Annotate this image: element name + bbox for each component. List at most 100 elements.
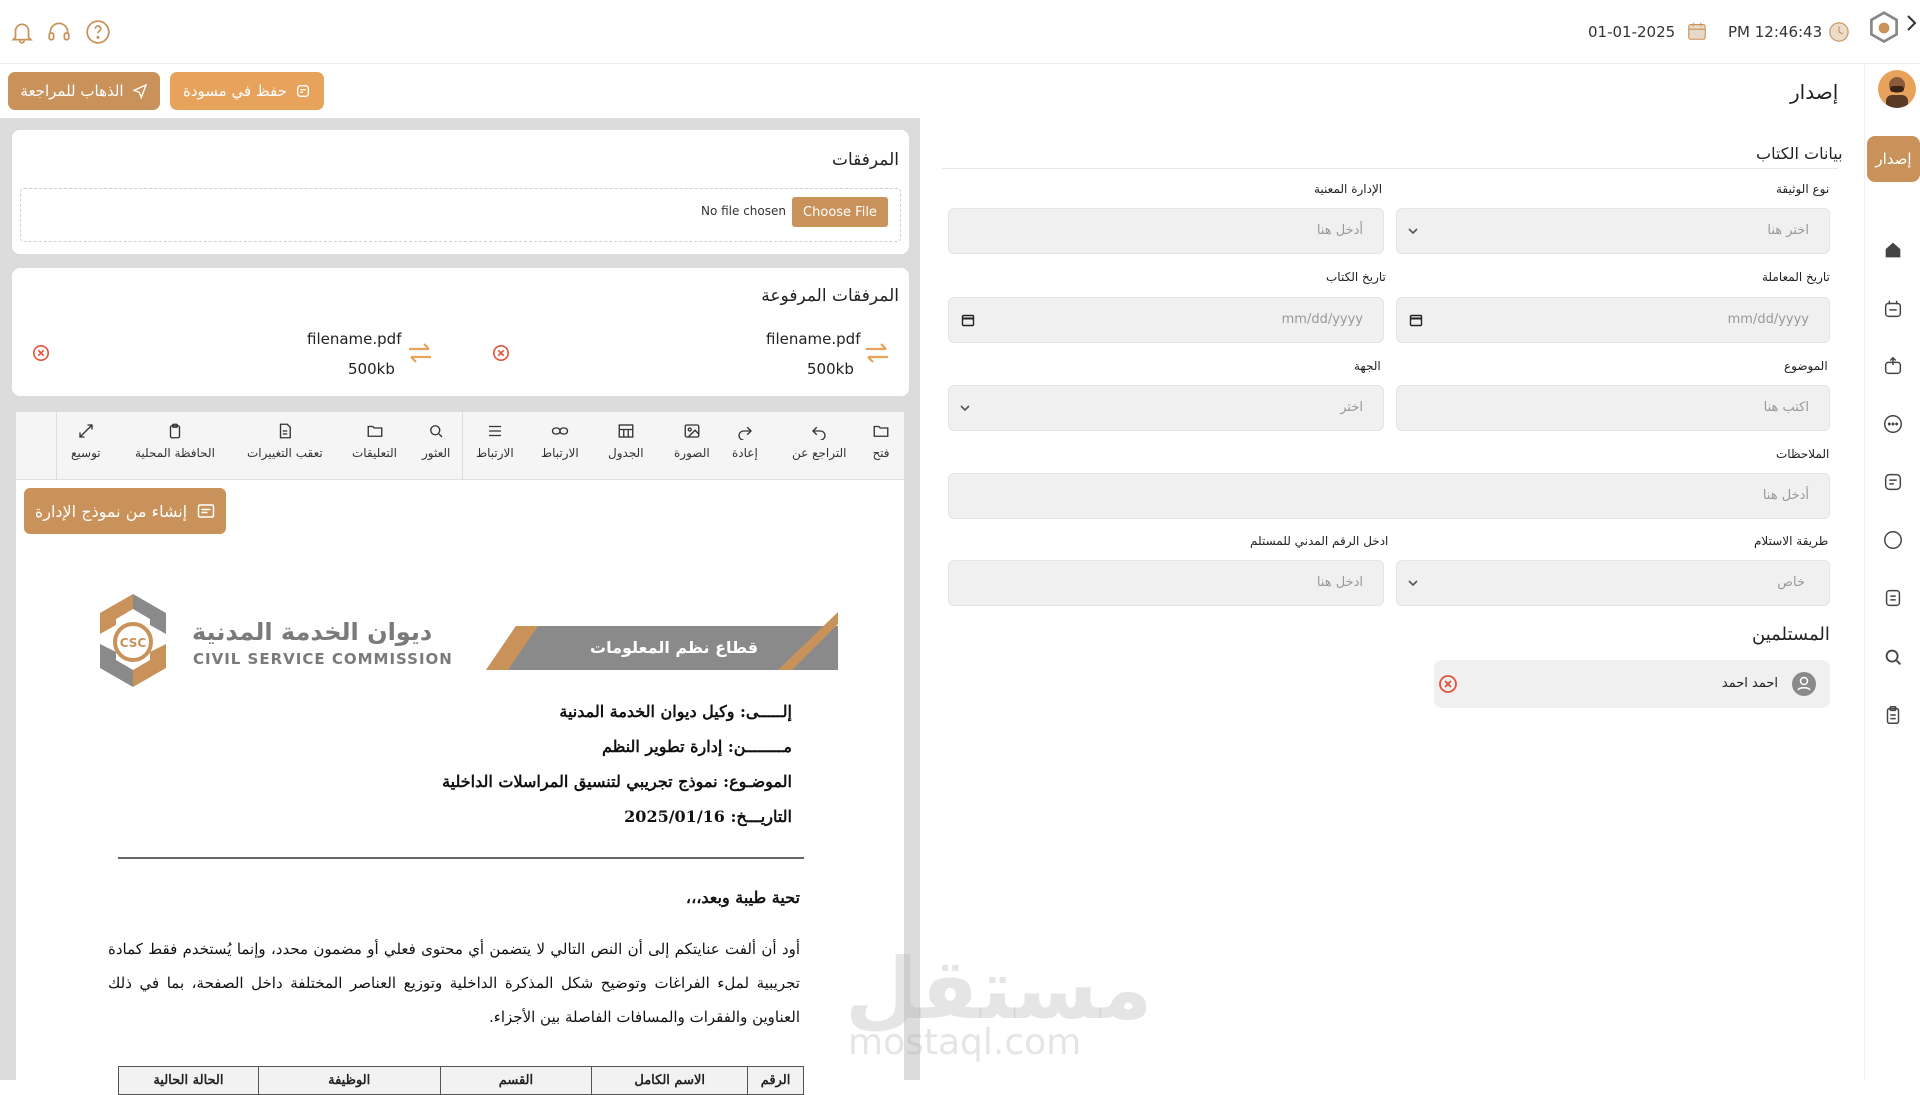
entity-select[interactable]: اختر [948,385,1384,431]
calendar-icon [1688,22,1706,40]
table-header: الوظيفة [257,1066,441,1095]
civil-id-input[interactable]: ادخل هنا [948,560,1384,606]
home-icon[interactable] [1882,239,1904,261]
tool-open[interactable]: فتح [872,422,890,474]
tool-image[interactable]: الصورة [674,422,710,474]
bell-icon[interactable] [9,19,35,45]
toolbar-divider [56,412,57,480]
remove-file-icon[interactable] [32,344,50,362]
memo-from: مــــــــن: إدارة تطوير النظم [601,737,792,756]
clock-icon [1829,22,1849,42]
folder-icon [367,425,382,437]
save-draft-button[interactable]: حفظ في مسودة [170,72,324,110]
user-icon [1792,672,1816,696]
more-circle-icon[interactable] [1882,413,1904,435]
notes-input[interactable]: أدخل هنا [948,473,1830,519]
table-header: القسم [439,1066,593,1095]
tool-redo[interactable]: إعادة [732,422,758,474]
receive-method-select[interactable]: خاص [1396,560,1830,606]
uploaded-card: المرفقات المرفوعة filename.pdf 500kb fil… [12,268,909,396]
memo-paragraph: أود أن ألفت عنايتكم إلى أن النص التالي ل… [108,940,800,1026]
document-editor[interactable]: إنشاء من نموذج الإدارة CSC ديوان الخدمة … [16,480,904,1095]
folder-icon [873,425,889,437]
clipboard-icon[interactable] [1882,704,1904,726]
send-icon [131,83,147,99]
current-time: PM 12:46:43 [1728,23,1823,41]
editor-toolbar: فتح التراجع عن إعادة الصورة الجدول الارت… [16,412,904,480]
subject-input[interactable]: اكتب هنا [1396,385,1830,431]
page-title: إصدار [1790,80,1839,104]
tool-track-changes[interactable]: تعقب التغييرات [247,422,323,474]
calendar-icon[interactable] [961,313,975,327]
file-size: 500kb [807,360,854,378]
swap-icon[interactable] [407,342,433,364]
app-logo-icon [1870,11,1898,44]
image-icon [684,424,700,438]
link-icon [551,427,569,435]
draft-icon [297,85,309,97]
file-size: 500kb [348,360,395,378]
help-icon[interactable] [85,19,111,45]
toolbar-divider [462,412,463,480]
template-icon [197,504,215,518]
create-from-template-button[interactable]: إنشاء من نموذج الإدارة [24,488,226,534]
tool-link[interactable]: الارتباط [541,422,579,474]
calendar-icon[interactable] [1409,313,1423,327]
entity-label: الجهة [1354,359,1381,373]
table-header: الحالة الحالية [118,1066,259,1095]
subject-label: الموضوع [1784,359,1828,373]
redo-icon [738,426,752,440]
file-icon [279,423,291,439]
memo-divider [118,857,804,859]
tool-expand[interactable]: توسيع [71,422,101,474]
chevron-down-icon [1408,580,1418,587]
sidebar-item-issue[interactable]: إصدار [1867,136,1920,182]
file-dropzone[interactable]: Choose File No file chosen [20,188,901,242]
search-icon[interactable] [1882,646,1904,668]
expand-icon [79,424,93,438]
transaction-date-input[interactable]: mm/dd/yyyy [1396,297,1830,343]
recipients-title: المستلمين [1752,624,1830,645]
current-date: 01-01-2025 [1588,23,1676,41]
go-review-button[interactable]: الذهاب للمراجعة [8,72,160,110]
document-list-icon[interactable] [1882,587,1904,609]
receive-method-label: طريقة الاستلام [1754,534,1829,548]
department-input[interactable]: أدخل هنا [948,208,1384,254]
recipient-name: احمد احمد [1721,676,1778,691]
logo-english-text: CIVIL SERVICE COMMISSION [193,650,453,668]
notes-icon[interactable] [1882,471,1904,493]
tool-local-clipboard[interactable]: الحافظة المحلية [135,422,215,474]
doc-type-select[interactable]: اختر هنا [1396,208,1830,254]
clipboard-icon [169,423,181,439]
attachments-card: المرفقات Choose File No file chosen [12,130,909,254]
outbox-icon[interactable] [1882,355,1904,377]
remove-file-icon[interactable] [492,344,510,362]
headset-icon[interactable] [46,19,72,45]
choose-file-button[interactable]: Choose File [792,197,888,227]
department-banner [486,612,838,670]
section-divider [942,168,1838,169]
remove-recipient-icon[interactable] [1438,674,1458,694]
table-header: الرقم [747,1066,804,1095]
chat-circle-icon[interactable] [1882,529,1904,551]
logo-arabic-text: ديوان الخدمة المدنية [192,618,433,646]
file-name: filename.pdf [766,330,861,348]
tool-undo[interactable]: التراجع عن [792,422,846,474]
swap-icon[interactable] [864,342,890,364]
avatar[interactable] [1878,70,1916,108]
chevron-right-icon[interactable] [1904,14,1918,32]
top-bar: 01-01-2025 PM 12:46:43 [0,0,1920,64]
tool-find[interactable]: العثور [422,422,450,474]
tool-table[interactable]: الجدول [608,422,644,474]
banner-text: قطاع نظم المعلومات [590,638,759,657]
civil-id-label: ادخل الرقم المدني للمستلم [1250,534,1389,548]
tool-comments[interactable]: التعليقات [352,422,397,474]
undo-icon [812,426,826,440]
letter-date-input[interactable]: mm/dd/yyyy [948,297,1384,343]
table-icon [618,424,634,438]
inbox-icon[interactable] [1882,298,1904,320]
tool-list[interactable]: الارتباط [476,422,514,474]
memo-subject: الموضـوع: نموذج تجريبي لتنسيق المراسلات … [442,772,792,791]
search-icon [430,425,443,438]
table-header: الاسم الكامل [591,1066,749,1095]
